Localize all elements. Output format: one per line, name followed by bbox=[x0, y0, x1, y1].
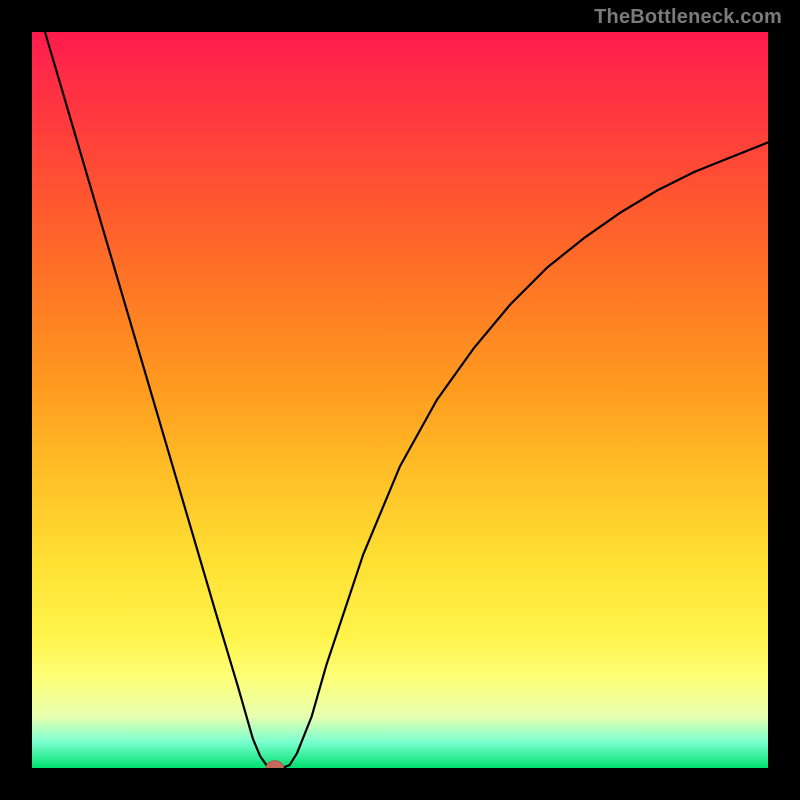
bottleneck-curve bbox=[32, 32, 768, 768]
curve-layer bbox=[32, 32, 768, 768]
plot-area bbox=[32, 32, 768, 768]
minimum-marker bbox=[266, 761, 284, 768]
chart-stage: TheBottleneck.com bbox=[0, 0, 800, 800]
watermark-text: TheBottleneck.com bbox=[594, 6, 782, 29]
